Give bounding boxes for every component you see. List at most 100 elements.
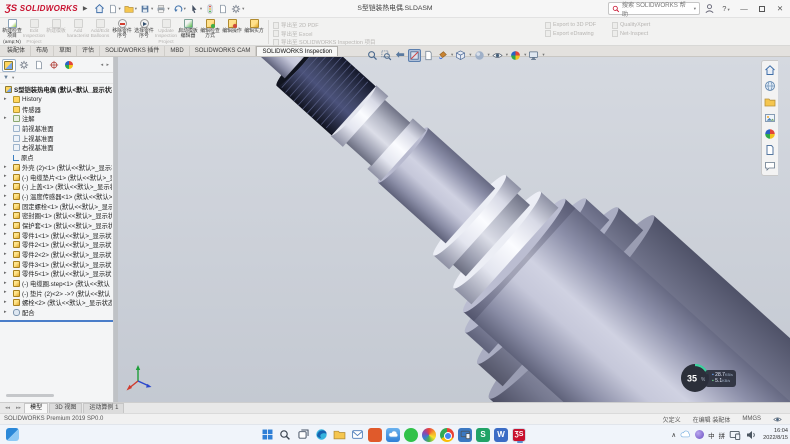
app-display-icon[interactable] [458,428,472,442]
expand-arrow-icon[interactable]: ▸ [4,250,7,260]
minimize-button[interactable]: — [737,2,751,16]
tree-item-part[interactable]: ▸密封圈<1> (默认<<默认>_显示状 [0,211,112,221]
tree-item-right-plane[interactable]: 右视基准面 [0,143,112,153]
view-settings-dropdown-icon[interactable]: ▾ [542,52,544,58]
zoom-fit-icon[interactable] [366,49,379,62]
expand-arrow-icon[interactable]: ▸ [4,172,7,182]
status-custom-icon[interactable] [773,415,782,424]
tab-scroll-right-icon[interactable]: ▸▸ [13,403,24,413]
app-orange-icon[interactable] [368,428,382,442]
model-tab[interactable]: 模型 [24,403,48,413]
expand-arrow-icon[interactable]: ▸ [4,308,7,318]
save-icon[interactable]: ▾ [140,4,153,14]
logo-flyout-arrow-icon[interactable]: ▶ [83,5,88,12]
tab-addins[interactable]: SOLIDWORKS 插件 [100,46,165,56]
new-inspection-project-button[interactable]: 新建检查项目(amp;N) [1,18,23,46]
appearances-dropdown-icon[interactable]: ▾ [524,52,526,58]
wps-icon[interactable]: W [494,428,508,442]
model-3d[interactable] [118,57,790,402]
file-properties-icon[interactable] [218,4,228,14]
print-icon[interactable]: ▾ [156,4,169,14]
select-icon[interactable]: ▾ [189,4,202,14]
dynamic-annotation-icon[interactable] [422,49,435,62]
tree-item-part[interactable]: ▸固定螺栓<1> (默认<<默认>_显示 [0,201,112,211]
app-cloud-icon[interactable] [386,428,400,442]
export-3d-pdf-item[interactable]: Export to 3D PDF [545,21,596,30]
tree-item-part[interactable]: ▸螺栓<2> (默认<<默认>_显示状态 [0,298,112,308]
configurationmanager-tab[interactable] [32,59,46,72]
ime-language-icon[interactable]: 中 [708,430,715,440]
view-orientation-dropdown-icon[interactable]: ▾ [469,52,471,58]
dimxpertmanager-tab[interactable] [47,59,61,72]
update-inspection-project-button[interactable]: Update Inspection Project [155,18,177,46]
rebuild-icon[interactable] [205,4,215,14]
edit-inspection-methods-button[interactable]: 编辑检查方式 [199,18,221,46]
zoom-area-icon[interactable] [380,49,393,62]
featuremanager-tab[interactable] [2,59,16,72]
tree-item-part[interactable]: ▸零件2<2> (默认<<默认>_显示状 [0,250,112,260]
tray-ball-icon[interactable] [695,430,704,439]
help-button[interactable]: ?▾ [719,2,733,16]
edge-icon[interactable] [314,428,328,442]
tab-cam[interactable]: SOLIDWORKS CAM [190,46,257,56]
expand-arrow-icon[interactable]: ▸ [4,182,7,192]
export-excel-item[interactable]: 导出至 Excel [273,30,375,39]
expand-arrow-icon[interactable]: ▸ [4,230,7,240]
ime-mode-icon[interactable]: 拼 [719,430,726,440]
view-orientation-icon[interactable] [454,49,467,62]
options-icon[interactable]: ▾ [231,4,244,14]
file-explorer-pane-icon[interactable] [764,96,776,108]
search-input[interactable]: 搜索 SOLIDWORKS 帮助 ▾ [608,2,700,15]
panel-viewport-splitter[interactable] [114,57,118,402]
expand-arrow-icon[interactable]: ▸ [4,211,7,221]
display-style-dropdown-icon[interactable]: ▾ [488,52,490,58]
custom-properties-icon[interactable] [764,144,776,156]
view-palette-icon[interactable] [764,112,776,124]
3d-views-tab[interactable]: 3D 视图 [49,403,82,413]
onedrive-icon[interactable] [680,429,691,440]
tree-item-mates[interactable]: ▸配合 [0,308,112,318]
previous-view-icon[interactable] [394,49,407,62]
tab-assembly[interactable]: 装配体 [2,46,31,56]
cast-icon[interactable] [729,429,741,441]
expand-arrow-icon[interactable]: ▸ [4,163,7,173]
status-units[interactable]: MMGS [742,416,761,422]
home-icon[interactable] [94,3,105,14]
tab-inspection[interactable]: SOLIDWORKS Inspection [256,46,338,56]
hide-show-dropdown-icon[interactable]: ▾ [506,52,508,58]
tree-item-part[interactable]: ▸零件5<1> (默认<<默认>_显示状 [0,269,112,279]
expand-arrow-icon[interactable]: ▸ [4,201,7,211]
tree-splitter[interactable] [0,320,113,322]
expand-arrow-icon[interactable]: ▸ [4,240,7,250]
forum-icon[interactable] [764,160,776,172]
expand-arrow-icon[interactable]: ▸ [4,279,7,289]
qualityxpert-item[interactable]: QualityXpert [612,21,650,30]
app-pinwheel-icon[interactable] [422,428,436,442]
new-template-button[interactable]: 新建模板 [45,18,67,46]
tree-item-top-plane[interactable]: 上视基准面 [0,133,112,143]
expand-arrow-icon[interactable]: ▸ [4,259,7,269]
tree-root[interactable]: S型铠装热电偶 (默认<默认_显示状态-1 [0,85,112,95]
restore-button[interactable] [755,2,769,16]
solidworks-taskbar-icon[interactable]: ƷS [512,428,526,442]
tree-item-part[interactable]: ▸零件2<1> (默认<<默认>_显示状 [0,240,112,250]
tree-item-part[interactable]: ▸外壳 (2)<1> (默认<<默认>_显示状 [0,163,112,173]
view-settings-icon[interactable] [527,49,540,62]
tree-item-annotations[interactable]: ▸注解 [0,114,112,124]
file-explorer-icon[interactable] [332,428,346,442]
hidden-icons-chevron[interactable]: ∧ [671,431,676,439]
tree-item-origin[interactable]: 原点 [0,153,112,163]
edit-operations-button[interactable]: 编辑操作 [221,18,243,46]
displaymanager-tab[interactable] [62,59,76,72]
app-s-green-icon[interactable]: S [476,428,490,442]
launch-template-editor-button[interactable]: 启动模板编辑器 [177,18,199,46]
tab-mbd[interactable]: MBD [165,46,189,56]
panel-tab-scroll-arrows[interactable]: ◂ ▸ [101,62,111,68]
appearances-ball-icon[interactable] [509,49,522,62]
net-speed-badge[interactable]: 35 % ▪ 28.7KB/s ▪ 5.1KB/s [680,363,736,393]
add-edit-balloons-button[interactable]: Add/Edit Balloons [89,18,111,46]
open-icon[interactable]: ▾ [124,4,137,14]
tree-item-front-plane[interactable]: 前视基准面 [0,124,112,134]
tree-item-part[interactable]: ▸零件1<1> (默认<<默认>_显示状态 [0,230,112,240]
tree-item-part[interactable]: ▸(-) 电缆圈.step<1> (默认<<默认 [0,279,112,289]
